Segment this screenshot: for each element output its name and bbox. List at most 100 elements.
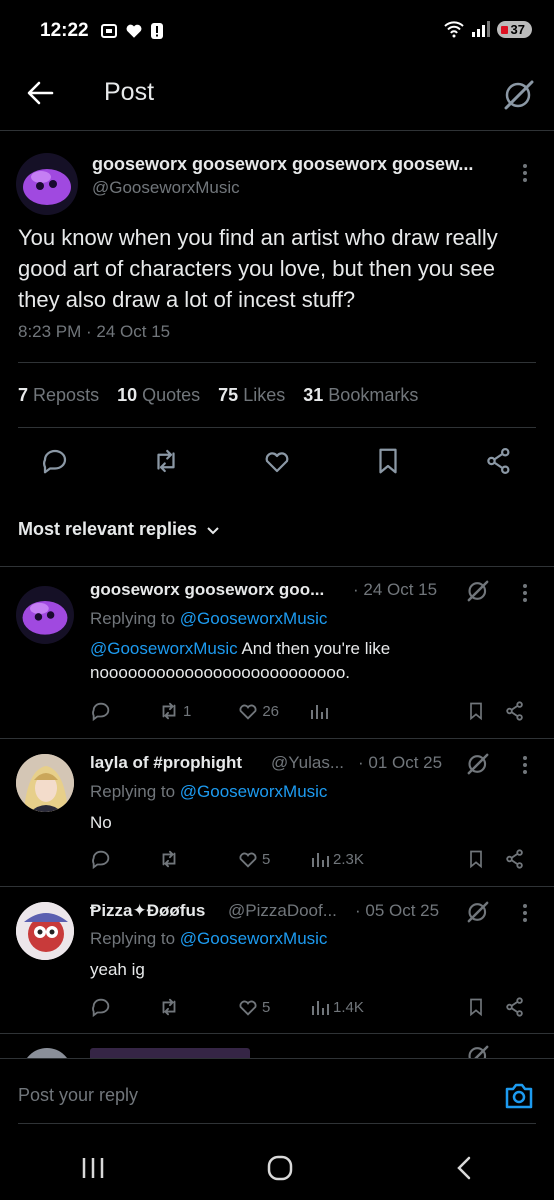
- reply-icon[interactable]: [90, 848, 112, 870]
- reply-item[interactable]: gooseworx gooseworx goo... · 24 Oct 15 R…: [0, 566, 554, 736]
- share-icon[interactable]: [484, 446, 514, 476]
- replying-to-link[interactable]: @GooseworxMusic: [180, 609, 328, 628]
- home-icon[interactable]: [267, 1155, 293, 1181]
- likes-stat[interactable]: 75 Likes: [218, 385, 285, 406]
- stats-bottom-divider: [18, 427, 536, 428]
- like-count: 5: [262, 850, 271, 868]
- reply-avatar[interactable]: [16, 902, 74, 960]
- bookmark-icon[interactable]: [466, 848, 486, 870]
- reply-icon[interactable]: [40, 446, 70, 476]
- reply-text: No: [90, 813, 112, 832]
- views-button[interactable]: 2.3K: [310, 849, 364, 869]
- author-avatar[interactable]: [16, 153, 78, 215]
- like-icon: [239, 1000, 257, 1016]
- views-button[interactable]: 1.4K: [310, 997, 364, 1017]
- repost-icon: [162, 702, 176, 720]
- replying-to-link[interactable]: @GooseworxMusic: [180, 929, 328, 948]
- repost-button[interactable]: [158, 996, 191, 1018]
- views-icon: [312, 853, 329, 867]
- views-count: 2.3K: [333, 850, 364, 868]
- reply-author-name[interactable]: Ᵽizza✦Đøøfus: [90, 901, 205, 921]
- reply-item[interactable]: layla of #prophight @Yulas... · 01 Oct 2…: [0, 738, 554, 886]
- views-count: 1.4K: [333, 998, 364, 1016]
- repost-icon[interactable]: [151, 446, 181, 476]
- views-button[interactable]: [309, 701, 376, 721]
- bookmark-icon[interactable]: [466, 700, 486, 722]
- quotes-stat[interactable]: 10 Quotes: [117, 385, 200, 406]
- repost-count: 1: [183, 702, 192, 720]
- grok-icon: [468, 1045, 489, 1058]
- bookmark-icon[interactable]: [466, 996, 486, 1018]
- reply-date: · 01 Oct 25: [358, 753, 443, 772]
- bookmarks-stat[interactable]: 31 Bookmarks: [303, 385, 418, 406]
- status-icons: [100, 22, 164, 40]
- screenshot-icon: [101, 24, 117, 38]
- camera-icon[interactable]: [504, 1082, 534, 1110]
- reply-text: yeah ig: [90, 960, 145, 979]
- repost-icon: [162, 850, 176, 868]
- grok-icon[interactable]: [466, 752, 490, 776]
- reposts-stat[interactable]: 7 Reposts: [18, 385, 99, 406]
- like-button[interactable]: 5: [237, 848, 280, 870]
- partial-name-fragment: [90, 1048, 250, 1058]
- repost-icon: [162, 998, 176, 1016]
- replying-to: Replying to @GooseworxMusic: [90, 929, 328, 948]
- system-nav-bar: [0, 1135, 554, 1200]
- stats-top-divider: [18, 362, 536, 363]
- mention-link[interactable]: @GooseworxMusic: [90, 639, 238, 658]
- reply-actions: 5 2.3K: [90, 848, 526, 870]
- reply-date: · 05 Oct 25: [355, 901, 440, 920]
- reply-item-partial[interactable]: [0, 1034, 554, 1058]
- like-icon: [239, 704, 257, 720]
- author-name[interactable]: gooseworx gooseworx gooseworx goosew...: [92, 154, 473, 175]
- share-icon[interactable]: [504, 700, 526, 722]
- author-handle[interactable]: @GooseworxMusic: [92, 178, 240, 198]
- reply-author-handle[interactable]: @Yulas...: [271, 753, 344, 773]
- replies-sort-dropdown[interactable]: Most relevant replies: [18, 519, 221, 540]
- back-icon[interactable]: [454, 1155, 474, 1181]
- grok-icon[interactable]: [466, 900, 490, 924]
- repost-button[interactable]: 1: [158, 700, 191, 722]
- status-time: 12:22: [40, 20, 89, 41]
- page-title: Post: [104, 78, 155, 106]
- reply-input[interactable]: Post your reply: [18, 1085, 138, 1106]
- reply-avatar[interactable]: [16, 754, 74, 812]
- reply-item[interactable]: Ᵽizza✦Đøøfus @PizzaDoof... · 05 Oct 25 R…: [0, 886, 554, 1034]
- views-icon: [311, 705, 329, 719]
- reply-icon[interactable]: [90, 700, 112, 722]
- grok-icon[interactable]: [502, 78, 536, 112]
- post-actions: [40, 446, 514, 476]
- reply-author-handle[interactable]: @PizzaDoof...: [228, 901, 337, 921]
- more-options-icon[interactable]: [520, 162, 530, 184]
- compose-bottom-divider: [18, 1123, 536, 1124]
- reply-date: · 24 Oct 15: [353, 580, 438, 599]
- wifi-icon: [443, 21, 464, 38]
- bookmark-icon[interactable]: [373, 446, 403, 476]
- like-icon: [239, 852, 257, 868]
- reply-author-name[interactable]: gooseworx gooseworx goo...: [90, 580, 324, 600]
- share-icon[interactable]: [504, 996, 526, 1018]
- views-icon: [312, 1001, 329, 1015]
- replying-to: Replying to @GooseworxMusic: [90, 782, 328, 801]
- more-options-icon[interactable]: [520, 902, 530, 924]
- like-icon[interactable]: [262, 446, 292, 476]
- post-stats: 7 Reposts 10 Quotes 75 Likes 31 Bookmark…: [18, 385, 418, 406]
- reply-author-name[interactable]: layla of #prophight: [90, 753, 242, 773]
- back-arrow-icon[interactable]: [26, 79, 54, 107]
- post-timestamp[interactable]: 8:23 PM · 24 Oct 15: [18, 322, 170, 342]
- more-options-icon[interactable]: [520, 582, 530, 604]
- like-button[interactable]: 5: [237, 996, 280, 1018]
- share-icon[interactable]: [504, 848, 526, 870]
- like-button[interactable]: 26: [237, 700, 279, 722]
- grok-icon[interactable]: [466, 579, 490, 603]
- recent-apps-icon[interactable]: [80, 1156, 106, 1180]
- more-options-icon[interactable]: [520, 754, 530, 776]
- reply-icon[interactable]: [90, 996, 112, 1018]
- battery-indicator: 37: [496, 20, 532, 38]
- replying-to-link[interactable]: @GooseworxMusic: [180, 782, 328, 801]
- reply-avatar[interactable]: [16, 586, 74, 644]
- repost-button[interactable]: [158, 848, 191, 870]
- header-divider: [0, 130, 554, 131]
- signal-icon: [471, 21, 490, 37]
- replies-sort-label: Most relevant replies: [18, 519, 198, 539]
